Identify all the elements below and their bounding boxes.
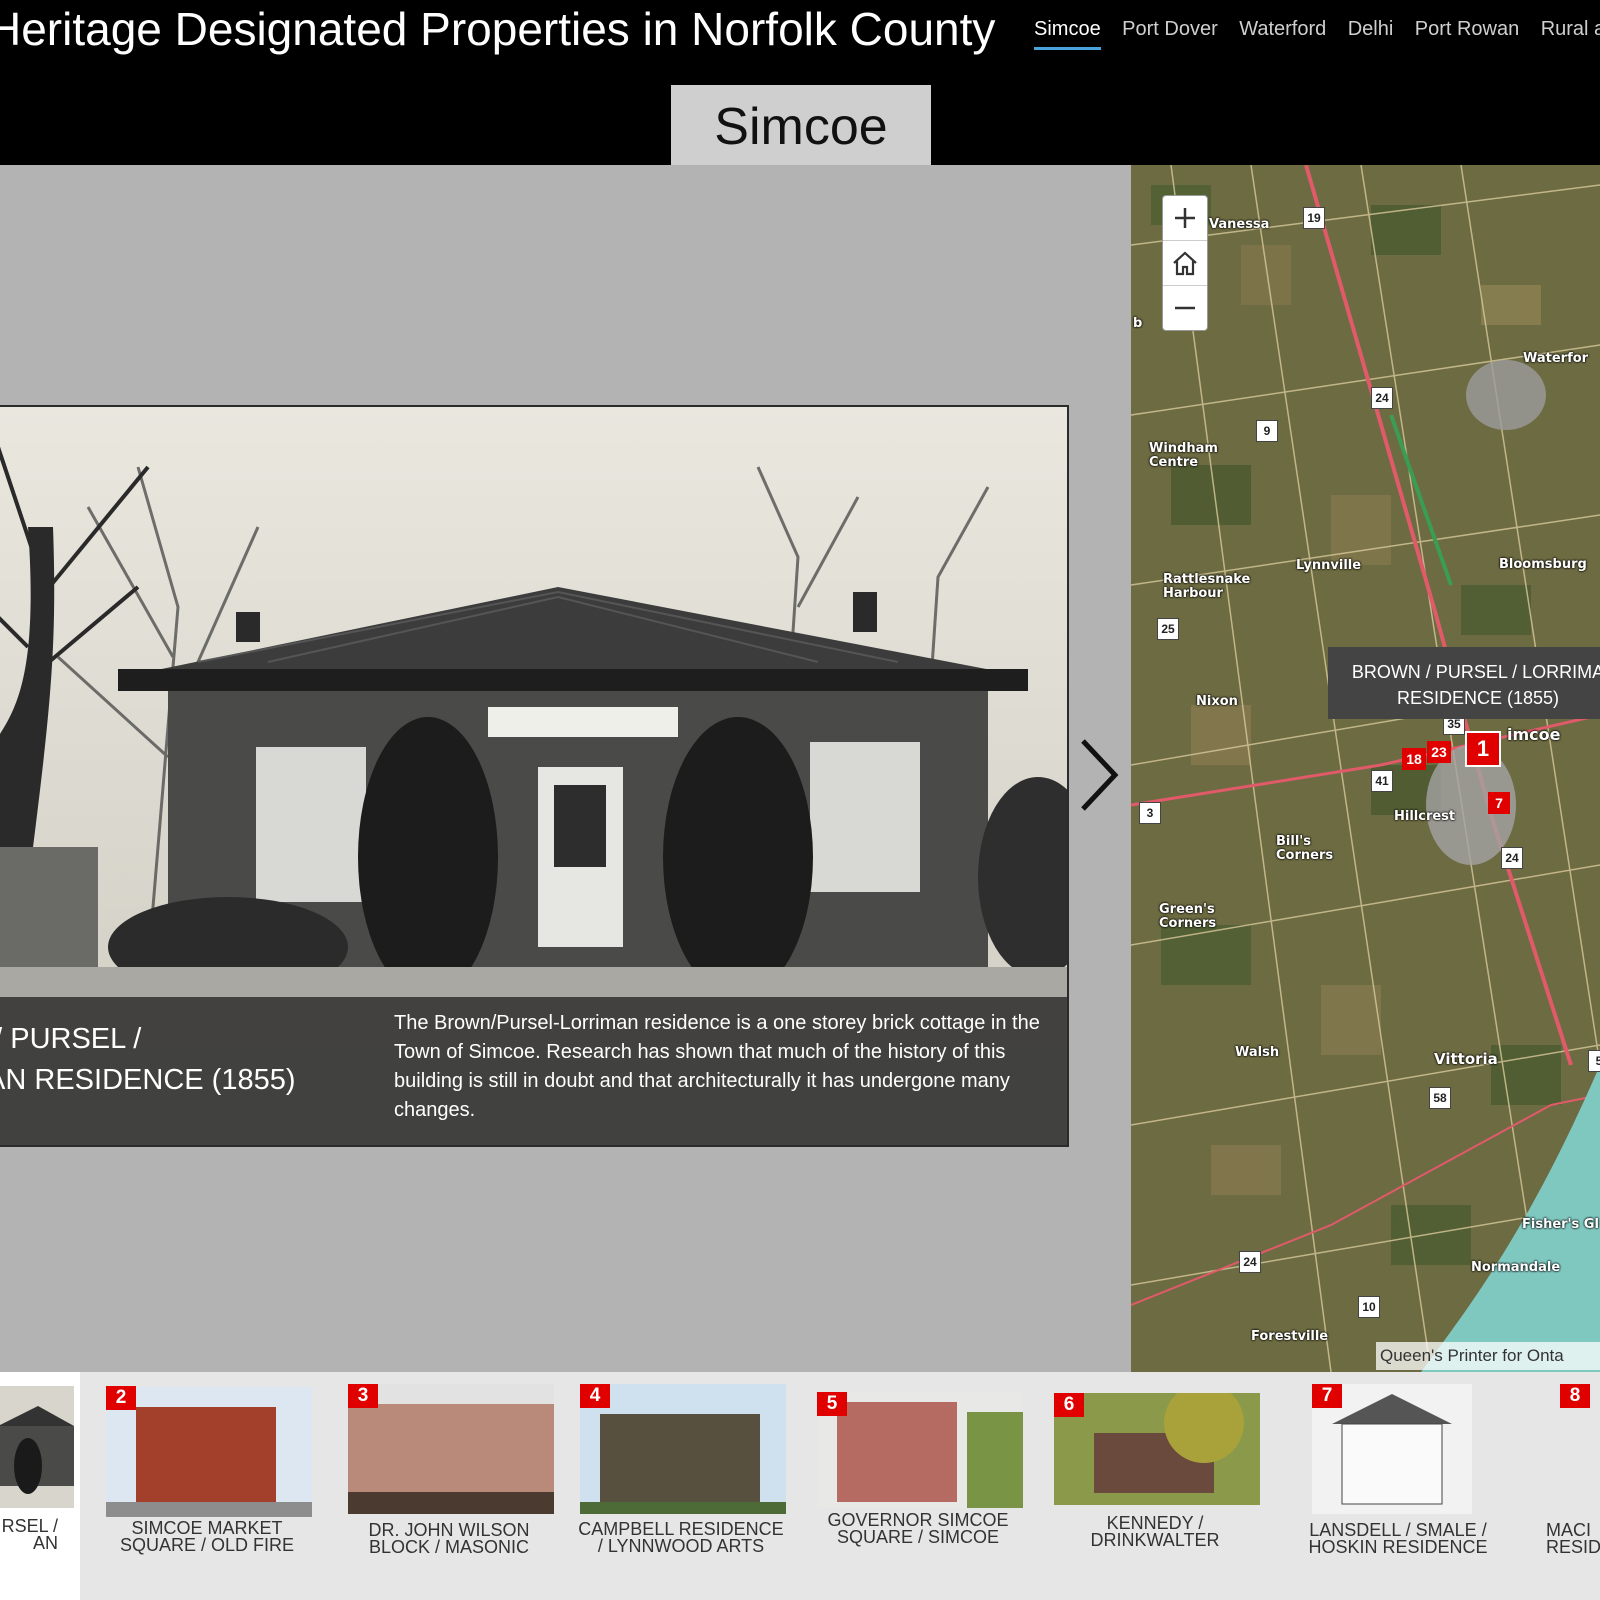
thumbnail-item[interactable]: 2 SIMCOE MARKET SQUARE / OLD FIRE bbox=[102, 1372, 312, 1600]
map-label: Normandale bbox=[1471, 1260, 1561, 1275]
thumbnail-number: 6 bbox=[1054, 1393, 1084, 1417]
map-label: Rattlesnake Harbour bbox=[1163, 572, 1251, 601]
thumbnail-number: 3 bbox=[348, 1384, 378, 1408]
route-shield: 19 bbox=[1303, 207, 1325, 229]
zoom-controls bbox=[1162, 195, 1208, 331]
thumbnail-label: MACI RESID bbox=[1546, 1520, 1600, 1557]
map-marker[interactable]: 23 bbox=[1427, 741, 1451, 763]
thumbnail-image bbox=[0, 1386, 74, 1508]
map-label: Vanessa bbox=[1209, 217, 1270, 232]
thumbnail-number: 8 bbox=[1560, 1384, 1590, 1408]
zoom-out-button[interactable] bbox=[1163, 286, 1207, 330]
route-shield: 25 bbox=[1157, 618, 1179, 640]
thumbnail-item[interactable]: IRSEL / AN bbox=[0, 1372, 80, 1600]
map-label: Walsh bbox=[1235, 1045, 1280, 1060]
route-shield: 41 bbox=[1371, 770, 1393, 792]
map-panel[interactable]: Vanessa Waterfor Windham Centre Lynnvill… bbox=[1131, 165, 1600, 1372]
map-marker[interactable]: 1 bbox=[1465, 731, 1501, 767]
zoom-in-button[interactable] bbox=[1163, 196, 1207, 241]
thumbnail-label: LANSDELL / SMALE / HOSKIN RESIDENCE bbox=[1308, 1520, 1488, 1557]
route-shield: 10 bbox=[1358, 1296, 1380, 1318]
minus-icon bbox=[1175, 306, 1195, 310]
thumbnail-photo-image bbox=[106, 1387, 312, 1517]
thumbnail-item[interactable]: 6 KENNEDY / DRINKWALTER bbox=[1050, 1372, 1260, 1600]
nav-delhi[interactable]: Delhi bbox=[1348, 18, 1394, 47]
plus-icon bbox=[1175, 208, 1195, 228]
map-canvas[interactable] bbox=[1131, 165, 1600, 1372]
nav-rural[interactable]: Rural a bbox=[1541, 18, 1600, 47]
thumbnail-number: 7 bbox=[1312, 1384, 1342, 1408]
map-label: Green's Corners bbox=[1159, 902, 1217, 931]
map-label: Vittoria bbox=[1434, 1050, 1498, 1068]
next-arrow-icon[interactable] bbox=[1075, 735, 1123, 815]
thumbnail-photo-image bbox=[348, 1384, 554, 1514]
thumbnail-image bbox=[106, 1387, 312, 1517]
thumbnail-item[interactable]: 7 LANSDELL / SMALE / HOSKIN RESIDENCE bbox=[1308, 1372, 1518, 1600]
nav-port-dover[interactable]: Port Dover bbox=[1122, 18, 1218, 47]
map-attribution: Queen's Printer for Onta bbox=[1376, 1342, 1600, 1370]
route-shield: 9 bbox=[1256, 420, 1278, 442]
map-label: Windham Centre bbox=[1149, 441, 1218, 470]
route-shield: 3 bbox=[1139, 802, 1161, 824]
route-shield: 58 bbox=[1429, 1087, 1451, 1109]
nav-simcoe[interactable]: Simcoe bbox=[1034, 18, 1101, 50]
thumbnail-photo-image bbox=[580, 1384, 786, 1514]
thumbnail-label: GOVERNOR SIMCOE SQUARE / SIMCOE bbox=[827, 1510, 1009, 1547]
header-bar: Heritage Designated Properties in Norfol… bbox=[0, 0, 1600, 165]
feature-stage: I / PURSEL / IAN RESIDENCE (1855) The Br… bbox=[0, 165, 1131, 1372]
map-label: Bill's Corners bbox=[1276, 834, 1334, 863]
thumbnail-photo-image bbox=[817, 1392, 1023, 1508]
map-marker[interactable]: 18 bbox=[1402, 748, 1426, 770]
map-label: Nixon bbox=[1196, 694, 1238, 709]
thumbnail-image bbox=[1054, 1393, 1260, 1505]
nav-port-rowan[interactable]: Port Rowan bbox=[1415, 18, 1520, 47]
thumbnail-photo-image bbox=[0, 1386, 74, 1508]
map-label: b bbox=[1133, 316, 1143, 331]
thumbnail-item[interactable]: 8 MACI RESID bbox=[1546, 1372, 1600, 1600]
map-label: Fisher's Gl bbox=[1522, 1217, 1599, 1232]
thumbnail-label: IRSEL / AN bbox=[0, 1516, 58, 1553]
section-tab: Simcoe bbox=[671, 85, 931, 165]
home-icon bbox=[1173, 251, 1197, 276]
route-shield: 24 bbox=[1371, 387, 1393, 409]
map-label: Lynnville bbox=[1296, 558, 1362, 573]
route-shield: 24 bbox=[1239, 1251, 1261, 1273]
route-shield: 24 bbox=[1501, 847, 1523, 869]
home-button[interactable] bbox=[1163, 241, 1207, 286]
map-label: Hillcrest bbox=[1394, 809, 1456, 824]
map-label: Bloomsburg bbox=[1499, 557, 1587, 572]
thumbnail-strip: IRSEL / AN 2 SIMCOE MARKET SQUARE / OLD … bbox=[0, 1372, 1600, 1600]
map-marker[interactable]: 7 bbox=[1488, 792, 1510, 814]
map-label: imcoe bbox=[1507, 725, 1561, 744]
thumbnail-item[interactable]: 3 DR. JOHN WILSON BLOCK / MASONIC bbox=[344, 1372, 554, 1600]
map-popup-text: BROWN / PURSEL / LORRIMA RESIDENCE (1855… bbox=[1351, 662, 1600, 708]
thumbnail-label: SIMCOE MARKET SQUARE / OLD FIRE bbox=[119, 1518, 295, 1555]
feature-title: I / PURSEL / IAN RESIDENCE (1855) bbox=[0, 1023, 296, 1096]
thumbnail-label: KENNEDY / DRINKWALTER bbox=[1090, 1513, 1220, 1550]
feature-photo: I / PURSEL / IAN RESIDENCE (1855) The Br… bbox=[0, 405, 1069, 1147]
thumbnail-photo-image bbox=[1054, 1393, 1260, 1505]
thumbnail-number: 2 bbox=[106, 1386, 136, 1410]
nav-waterford[interactable]: Waterford bbox=[1239, 18, 1326, 47]
thumbnail-image bbox=[580, 1384, 786, 1514]
thumbnail-number: 4 bbox=[580, 1384, 610, 1408]
page-title: Heritage Designated Properties in Norfol… bbox=[0, 3, 996, 55]
thumbnail-item[interactable]: 4 CAMPBELL RESIDENCE / LYNNWOOD ARTS bbox=[576, 1372, 786, 1600]
top-nav: Simcoe Port Dover Waterford Delhi Port R… bbox=[1034, 18, 1600, 50]
thumbnail-item[interactable]: 5 GOVERNOR SIMCOE SQUARE / SIMCOE bbox=[813, 1372, 1023, 1600]
thumbnail-image bbox=[817, 1392, 1023, 1508]
caption-panel: I / PURSEL / IAN RESIDENCE (1855) The Br… bbox=[0, 997, 1067, 1145]
map-label: Waterfor bbox=[1523, 351, 1589, 366]
thumbnail-image bbox=[348, 1384, 554, 1514]
thumbnail-number: 5 bbox=[817, 1392, 847, 1416]
map-label: Forestville bbox=[1251, 1329, 1329, 1344]
feature-description: The Brown/Pursel-Lorriman residence is a… bbox=[394, 1012, 1040, 1121]
map-popup: BROWN / PURSEL / LORRIMA RESIDENCE (1855… bbox=[1328, 647, 1600, 719]
thumbnail-label: CAMPBELL RESIDENCE / LYNNWOOD ARTS bbox=[578, 1519, 784, 1556]
route-shield: 5 bbox=[1588, 1050, 1600, 1072]
thumbnail-label: DR. JOHN WILSON BLOCK / MASONIC bbox=[368, 1520, 530, 1557]
